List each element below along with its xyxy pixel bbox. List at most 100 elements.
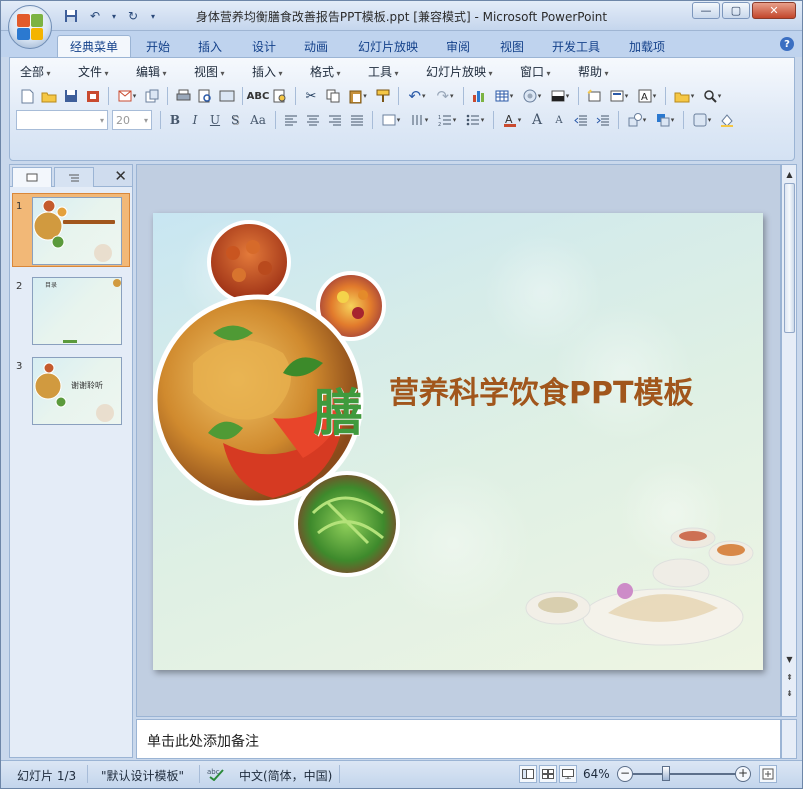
- menu-all[interactable]: 全部: [16, 63, 74, 81]
- find-icon[interactable]: [698, 86, 726, 106]
- menu-window[interactable]: 窗口: [516, 63, 574, 81]
- align-center-icon[interactable]: [302, 110, 324, 130]
- close-pane-icon[interactable]: ✕: [114, 167, 127, 185]
- tab-home[interactable]: 开始: [135, 35, 181, 57]
- scroll-up-icon[interactable]: ▲: [784, 167, 795, 181]
- italic-button[interactable]: I: [185, 110, 205, 130]
- undo-icon[interactable]: ↶: [403, 86, 431, 106]
- paste-icon[interactable]: [344, 86, 372, 106]
- menu-view[interactable]: 视图: [190, 63, 248, 81]
- office-button[interactable]: [8, 5, 52, 49]
- arrange-icon[interactable]: [651, 110, 679, 130]
- quick-styles-icon[interactable]: [688, 110, 716, 130]
- previous-slide-icon[interactable]: ⇞: [784, 670, 795, 684]
- minimize-button[interactable]: —: [692, 2, 720, 19]
- insert-chart-icon[interactable]: [468, 86, 490, 106]
- bold-button[interactable]: B: [165, 110, 185, 130]
- shape-fill-icon[interactable]: [716, 110, 738, 130]
- align-right-icon[interactable]: [324, 110, 346, 130]
- menu-slideshow[interactable]: 幻灯片放映: [422, 63, 516, 81]
- folder-icon[interactable]: [670, 86, 698, 106]
- menu-help[interactable]: 帮助: [574, 63, 632, 81]
- new-icon[interactable]: [16, 86, 38, 106]
- numbering-icon[interactable]: 12: [433, 110, 461, 130]
- redo-icon[interactable]: ↷: [431, 86, 459, 106]
- maximize-button[interactable]: ▢: [722, 2, 750, 19]
- menu-format[interactable]: 格式: [306, 63, 364, 81]
- next-slide-icon[interactable]: ⇟: [784, 686, 795, 700]
- notes-pane[interactable]: 单击此处添加备注: [136, 719, 781, 759]
- new-slide-icon[interactable]: [583, 86, 605, 106]
- align-text-icon[interactable]: [405, 110, 433, 130]
- decrease-indent-icon[interactable]: [570, 110, 592, 130]
- help-icon[interactable]: ?: [780, 37, 794, 51]
- tab-review[interactable]: 审阅: [435, 35, 481, 57]
- spelling-icon[interactable]: ABC: [247, 86, 270, 106]
- slide-sorter-view-button[interactable]: [539, 765, 557, 783]
- font-name-combo[interactable]: ▾: [16, 110, 108, 130]
- save-icon[interactable]: [60, 86, 82, 106]
- menu-insert[interactable]: 插入: [248, 63, 306, 81]
- text-box-icon[interactable]: A: [633, 86, 661, 106]
- close-button[interactable]: ✕: [752, 2, 796, 19]
- menu-file[interactable]: 文件: [74, 63, 132, 81]
- zoom-level[interactable]: 64%: [583, 767, 610, 781]
- slide-thumbnail-3[interactable]: 谢谢聆听: [32, 357, 122, 425]
- tab-design[interactable]: 设计: [241, 35, 287, 57]
- underline-button[interactable]: U: [205, 110, 225, 130]
- print-slide-icon[interactable]: [216, 86, 238, 106]
- increase-indent-icon[interactable]: [592, 110, 614, 130]
- copy-icon[interactable]: [322, 86, 344, 106]
- shapes-icon[interactable]: [623, 110, 651, 130]
- font-color-icon[interactable]: A: [498, 110, 526, 130]
- format-painter-icon[interactable]: [372, 86, 394, 106]
- change-case-button[interactable]: Aa: [245, 110, 271, 130]
- language-indicator[interactable]: 中文(简体，中国): [239, 767, 332, 784]
- normal-view-button[interactable]: [519, 765, 537, 783]
- cut-icon[interactable]: ✂: [300, 86, 322, 106]
- tab-animation[interactable]: 动画: [293, 35, 339, 57]
- slide-canvas[interactable]: 膳 营养科学饮食PPT模板: [153, 213, 763, 670]
- tab-view[interactable]: 视图: [489, 35, 535, 57]
- publish-icon[interactable]: [141, 86, 163, 106]
- notes-scrollbar[interactable]: [781, 719, 797, 759]
- slideshow-view-button[interactable]: [559, 765, 577, 783]
- menu-tools[interactable]: 工具: [364, 63, 422, 81]
- tab-insert[interactable]: 插入: [187, 35, 233, 57]
- slide-thumbnail-1[interactable]: [32, 197, 122, 265]
- grow-font-icon[interactable]: A: [526, 110, 548, 130]
- fit-to-window-button[interactable]: [759, 765, 777, 783]
- email-icon[interactable]: [113, 86, 141, 106]
- zoom-out-button[interactable]: −: [617, 766, 633, 782]
- text-direction-icon[interactable]: [377, 110, 405, 130]
- font-size-combo[interactable]: 20 ▾: [112, 110, 152, 130]
- vertical-scrollbar[interactable]: ▲ ▼ ⇞ ⇟: [781, 164, 797, 717]
- align-left-icon[interactable]: [280, 110, 302, 130]
- zoom-slider-knob[interactable]: [662, 766, 671, 781]
- slide-title[interactable]: 营养科学饮食PPT模板: [389, 368, 693, 412]
- tab-slideshow[interactable]: 幻灯片放映: [349, 35, 427, 57]
- outline-tab[interactable]: [54, 167, 94, 187]
- scrollbar-thumb[interactable]: [784, 183, 795, 333]
- bullets-icon[interactable]: [461, 110, 489, 130]
- permission-icon[interactable]: [82, 86, 104, 106]
- tab-addins[interactable]: 加载项: [617, 35, 677, 57]
- slides-tab[interactable]: [12, 167, 52, 187]
- shadow-button[interactable]: S: [225, 110, 245, 130]
- scroll-down-icon[interactable]: ▼: [784, 652, 795, 666]
- print-icon[interactable]: [172, 86, 194, 106]
- menu-edit[interactable]: 编辑: [132, 63, 190, 81]
- open-icon[interactable]: [38, 86, 60, 106]
- clipart-icon[interactable]: [518, 86, 546, 106]
- theme-name[interactable]: "默认设计模板": [101, 767, 184, 784]
- research-icon[interactable]: [269, 86, 291, 106]
- layout-icon[interactable]: [605, 86, 633, 106]
- slide-thumbnail-2[interactable]: 目录: [32, 277, 122, 345]
- tab-classic-menu[interactable]: 经典菜单: [57, 35, 131, 57]
- justify-icon[interactable]: [346, 110, 368, 130]
- zoom-in-button[interactable]: +: [735, 766, 751, 782]
- insert-table-icon[interactable]: [490, 86, 518, 106]
- shrink-font-icon[interactable]: A: [548, 110, 570, 130]
- slide-editing-area[interactable]: 膳 营养科学饮食PPT模板: [136, 164, 781, 717]
- color-grayscale-icon[interactable]: [546, 86, 574, 106]
